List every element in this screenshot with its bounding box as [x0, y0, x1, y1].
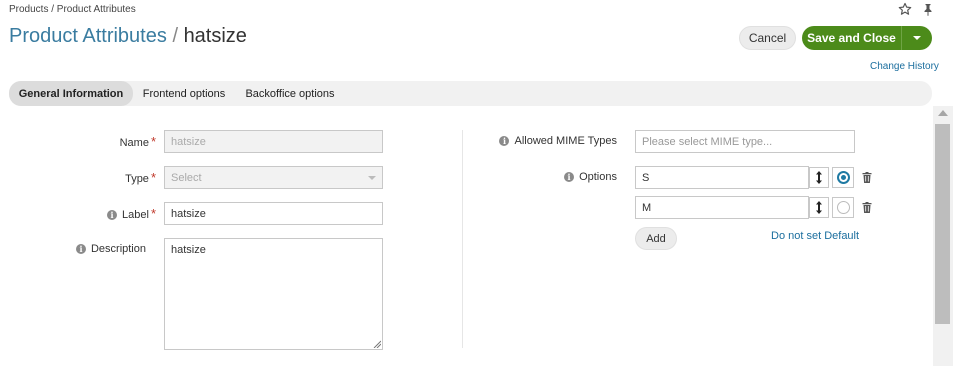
page-title-separator: /: [172, 25, 178, 47]
name-label: Name *: [119, 134, 156, 149]
description-text: hatsize: [171, 244, 206, 256]
trash-icon[interactable]: [862, 202, 872, 213]
options-label: i Options: [497, 171, 617, 183]
scrollbar-thumb[interactable]: [935, 124, 950, 324]
sort-icon: [816, 171, 822, 184]
required-marker: *: [150, 170, 156, 185]
cancel-button[interactable]: Cancel: [739, 26, 796, 50]
save-and-close-button-group: Save and Close: [802, 26, 932, 50]
page-title-record: hatsize: [183, 25, 247, 47]
tab-frontend-options[interactable]: Frontend options: [136, 81, 232, 106]
do-not-set-default-link[interactable]: Do not set Default: [771, 230, 859, 242]
default-radio[interactable]: [836, 171, 850, 184]
required-marker: *: [150, 206, 156, 221]
add-option-button[interactable]: Add: [635, 227, 677, 250]
type-select[interactable]: Select: [164, 166, 383, 189]
default-radio-wrapper[interactable]: [832, 197, 854, 218]
save-and-close-button[interactable]: Save and Close: [802, 26, 902, 50]
type-label: Type *: [125, 170, 156, 185]
name-input[interactable]: hatsize: [164, 130, 383, 153]
required-marker: *: [150, 134, 156, 149]
option-value-input[interactable]: S: [635, 166, 809, 189]
resize-grip-icon[interactable]: [373, 340, 381, 348]
type-select-value: Select: [171, 171, 202, 184]
change-history-link[interactable]: Change History: [870, 61, 939, 72]
description-label: i Description: [50, 243, 146, 255]
column-divider: [462, 130, 463, 348]
page-title: Product Attributes / hatsize: [9, 25, 247, 48]
pin-icon[interactable]: [922, 3, 934, 16]
breadcrumb[interactable]: Products / Product Attributes: [9, 4, 136, 15]
label-label: i Label *: [60, 206, 156, 221]
chevron-down-icon: [368, 175, 376, 180]
info-icon[interactable]: i: [107, 210, 118, 220]
description-textarea[interactable]: hatsize: [164, 238, 383, 350]
sort-handle[interactable]: [809, 197, 829, 218]
save-dropdown-toggle[interactable]: [902, 26, 932, 50]
mime-label: i Allowed MIME Types: [497, 135, 617, 147]
info-icon[interactable]: i: [564, 172, 575, 182]
trash-icon[interactable]: [862, 172, 872, 183]
star-icon[interactable]: [898, 2, 912, 16]
tab-backoffice-options[interactable]: Backoffice options: [238, 81, 342, 106]
chevron-down-icon: [913, 36, 921, 40]
tab-general-information[interactable]: General Information: [9, 81, 133, 106]
mime-types-input[interactable]: Please select MIME type...: [635, 130, 855, 153]
default-radio[interactable]: [836, 201, 850, 214]
option-value-input[interactable]: M: [635, 196, 809, 219]
info-icon[interactable]: i: [75, 244, 86, 254]
scroll-up-arrow-icon[interactable]: [938, 110, 948, 116]
default-radio-wrapper[interactable]: [832, 167, 854, 188]
sort-handle[interactable]: [809, 167, 829, 188]
info-icon[interactable]: i: [499, 136, 510, 146]
label-input[interactable]: hatsize: [164, 202, 383, 225]
page-title-entity[interactable]: Product Attributes: [9, 25, 167, 47]
sort-icon: [816, 201, 822, 214]
